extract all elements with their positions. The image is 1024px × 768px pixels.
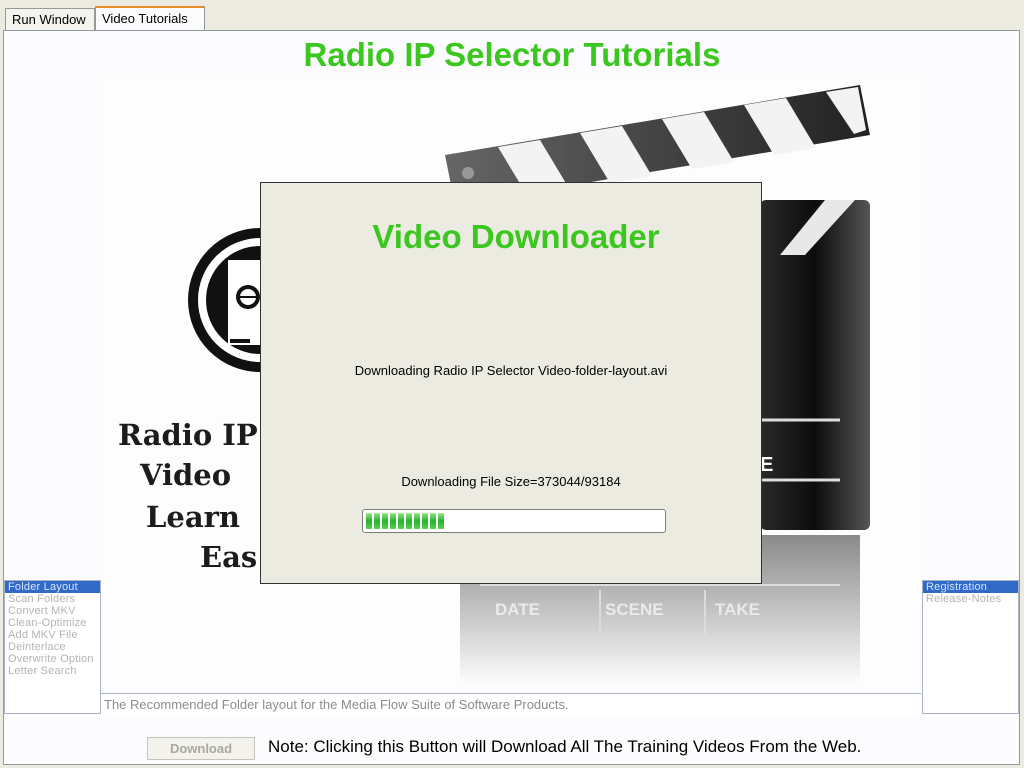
clapper-body: E xyxy=(760,200,870,530)
progress-segment xyxy=(366,513,372,529)
progress-segment xyxy=(438,513,444,529)
progress-segment xyxy=(374,513,380,529)
progress-segment xyxy=(430,513,436,529)
list-item-add-mkv-file[interactable]: Add MKV File xyxy=(5,629,100,641)
download-progress-bar xyxy=(362,509,666,533)
progress-segment xyxy=(422,513,428,529)
list-item-registration[interactable]: Registration xyxy=(923,581,1018,593)
overlay-line-3: Learn xyxy=(146,500,240,534)
list-item-clean-optimize[interactable]: Clean-Optimize xyxy=(5,617,100,629)
list-item-letter-search[interactable]: Letter Search xyxy=(5,665,100,677)
overlay-line-1: Radio IP xyxy=(118,418,258,452)
download-note: Note: Clicking this Button will Download… xyxy=(268,737,862,756)
slate-label-take: TAKE xyxy=(715,600,760,619)
slate-label-scene: SCENE xyxy=(605,600,664,619)
tab-bar: Run Window Video Tutorials xyxy=(0,0,1024,31)
page-title: Radio IP Selector Tutorials xyxy=(303,36,721,73)
tutorial-list[interactable]: Folder Layout Scan Folders Convert MKV C… xyxy=(4,580,101,714)
download-size-text: Downloading File Size=373044/93184 xyxy=(401,474,621,489)
slate-label-date: DATE xyxy=(495,600,540,619)
list-item-convert-mkv[interactable]: Convert MKV xyxy=(5,605,100,617)
dialog-title: Video Downloader xyxy=(372,218,660,255)
progress-segment xyxy=(414,513,420,529)
progress-segment xyxy=(398,513,404,529)
video-caption: The Recommended Folder layout for the Me… xyxy=(101,693,921,714)
video-downloader-dialog: Video Downloader Downloading Radio IP Se… xyxy=(260,182,762,584)
svg-text:E: E xyxy=(760,454,773,476)
info-list[interactable]: Registration Release-Notes xyxy=(922,580,1019,714)
list-item-release-notes[interactable]: Release-Notes xyxy=(923,593,1018,605)
download-status-text: Downloading Radio IP Selector Video-fold… xyxy=(354,363,668,378)
tab-run-window[interactable]: Run Window xyxy=(5,8,95,30)
progress-segment xyxy=(406,513,412,529)
overlay-line-2: Video xyxy=(139,458,231,492)
progress-segment xyxy=(382,513,388,529)
download-button[interactable]: Download xyxy=(147,737,255,760)
list-item-folder-layout[interactable]: Folder Layout xyxy=(5,581,100,593)
progress-segment xyxy=(390,513,396,529)
tab-video-tutorials[interactable]: Video Tutorials xyxy=(95,6,205,31)
list-item-deinterlace[interactable]: Deinterlace xyxy=(5,641,100,653)
list-item-overwrite-option[interactable]: Overwrite Option xyxy=(5,653,100,665)
list-item-scan-folders[interactable]: Scan Folders xyxy=(5,593,100,605)
overlay-line-4: Eas xyxy=(200,540,257,574)
